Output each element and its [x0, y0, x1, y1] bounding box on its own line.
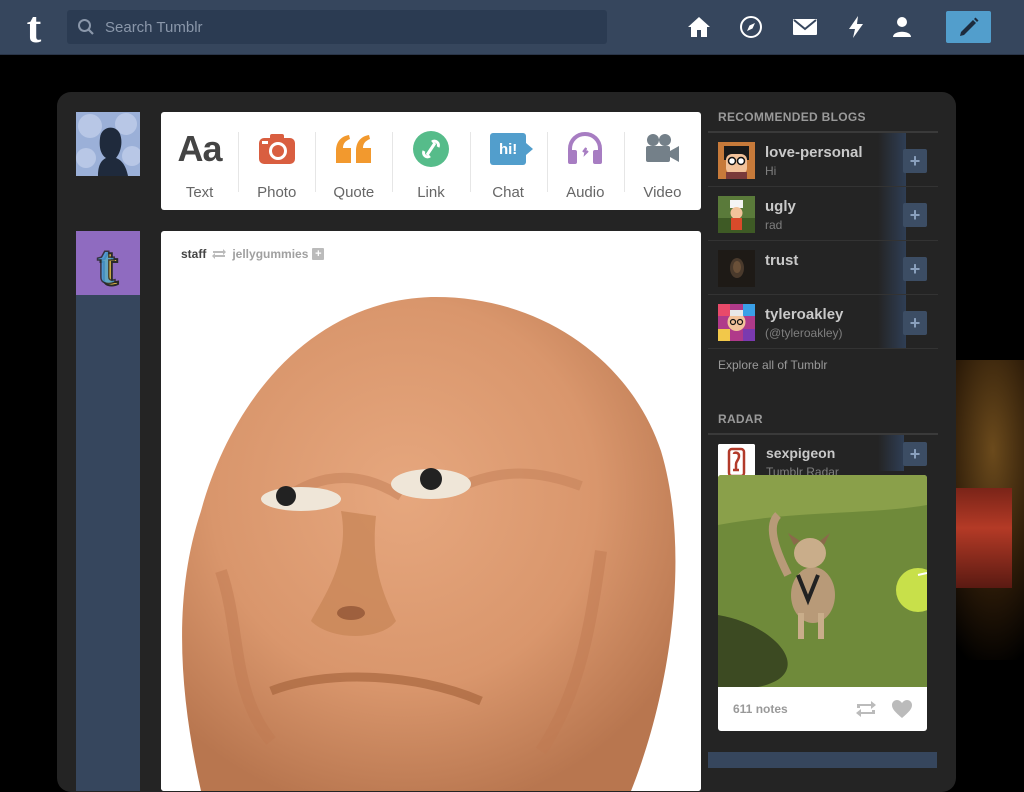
blog-name[interactable]: tyleroakley: [765, 306, 843, 323]
post-type-label: Link: [417, 184, 445, 201]
blog-avatar[interactable]: [718, 196, 755, 233]
recommended-blog-row[interactable]: tyleroakley (@tyleroakley) +: [708, 295, 938, 349]
dashboard-post: staff jellygummies +: [161, 231, 701, 791]
radar-footer: 611 notes: [718, 687, 927, 731]
top-bar: t: [0, 0, 1024, 55]
quote-icon: [334, 129, 374, 169]
follow-button[interactable]: +: [903, 203, 927, 227]
post-photo[interactable]: [161, 271, 701, 791]
blog-title: rad: [765, 218, 783, 232]
follow-plus-icon[interactable]: +: [312, 248, 325, 260]
post-type-audio[interactable]: Audio: [546, 112, 624, 210]
compose-button[interactable]: [946, 11, 991, 43]
svg-text:t: t: [97, 234, 116, 295]
blog-name[interactable]: ugly: [765, 198, 796, 215]
headphones-icon: [566, 129, 604, 169]
blog-title: Hi: [765, 164, 777, 178]
notes-count[interactable]: 611 notes: [733, 702, 855, 716]
row-fade: [878, 241, 906, 294]
radar-photo[interactable]: [718, 475, 927, 687]
row-fade: [878, 435, 904, 471]
post-type-label: Video: [643, 184, 682, 201]
search-input[interactable]: [103, 17, 607, 37]
heart-icon[interactable]: [891, 698, 913, 720]
blog-title: (@tyleroakley): [765, 326, 843, 340]
post-type-video[interactable]: Video: [623, 112, 701, 210]
person-icon[interactable]: [889, 14, 915, 40]
chat-icon: hi!: [490, 129, 534, 169]
post-author-link[interactable]: staff: [181, 247, 206, 261]
user-avatar[interactable]: [76, 112, 140, 176]
row-fade: [878, 295, 906, 348]
follow-button[interactable]: +: [903, 257, 927, 281]
post-type-quote[interactable]: Quote: [315, 112, 392, 210]
pencil-icon: [959, 17, 978, 36]
post-type-label: Audio: [566, 184, 605, 201]
follow-button[interactable]: +: [903, 442, 927, 466]
post-avatar-column: [76, 231, 140, 791]
video-camera-icon: [643, 129, 681, 169]
home-icon[interactable]: [686, 14, 712, 40]
post-type-chat[interactable]: hi! Chat: [469, 112, 547, 210]
search-icon: [78, 19, 94, 35]
recommended-blog-row[interactable]: love-personal Hi +: [708, 133, 938, 187]
reblog-icon[interactable]: [855, 698, 877, 720]
radar-blog-row[interactable]: sexpigeon Tumblr Radar +: [708, 435, 938, 481]
text-icon: Aa: [177, 128, 223, 169]
post-type-photo[interactable]: Photo: [238, 112, 315, 210]
post-header: staff jellygummies +: [181, 247, 325, 261]
radar-title: RADAR: [708, 392, 938, 435]
blog-name[interactable]: trust: [765, 252, 798, 269]
row-fade: [878, 187, 906, 240]
mail-icon[interactable]: [792, 14, 818, 40]
reblogged-from-link[interactable]: jellygummies: [232, 247, 308, 261]
blog-name[interactable]: love-personal: [765, 144, 863, 161]
recommended-blogs-title: RECOMMENDED BLOGS: [708, 92, 938, 133]
post-type-label: Text: [185, 184, 214, 201]
post-type-label: Quote: [333, 184, 375, 201]
blog-avatar[interactable]: [718, 142, 755, 179]
radar-post: 611 notes: [718, 475, 927, 731]
radar-blog-name[interactable]: sexpigeon: [766, 445, 835, 461]
post-type-link[interactable]: Link: [392, 112, 469, 210]
tumblr-logo[interactable]: t: [18, 6, 50, 48]
blog-avatar[interactable]: [718, 304, 755, 341]
compass-icon[interactable]: [738, 14, 764, 40]
post-type-bar: Aa Text Photo Quote Link hi! Chat Audio …: [161, 112, 701, 210]
post-type-label: Chat: [492, 184, 524, 201]
recommended-blog-row[interactable]: trust +: [708, 241, 938, 295]
search-box[interactable]: [67, 10, 607, 44]
post-type-text[interactable]: Aa Text: [161, 112, 238, 210]
post-type-label: Photo: [257, 184, 297, 201]
camera-icon: [258, 129, 296, 169]
row-fade: [878, 133, 906, 186]
reblog-icon: [212, 249, 227, 259]
link-icon: [412, 129, 449, 169]
svg-text:t: t: [27, 6, 42, 48]
recommended-blog-row[interactable]: ugly rad +: [708, 187, 938, 241]
staff-avatar[interactable]: t t: [76, 231, 140, 299]
blog-avatar[interactable]: [718, 250, 755, 287]
lightning-icon[interactable]: [843, 14, 869, 40]
sidebar-next-section: [708, 752, 937, 768]
follow-button[interactable]: +: [903, 149, 927, 173]
sidebar: RECOMMENDED BLOGS love-personal Hi + ugl…: [708, 92, 938, 481]
follow-button[interactable]: +: [903, 311, 927, 335]
explore-link[interactable]: Explore all of Tumblr: [708, 349, 938, 392]
